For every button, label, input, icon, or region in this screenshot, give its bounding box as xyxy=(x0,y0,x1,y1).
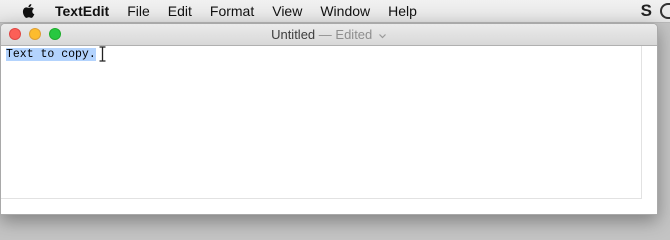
bottom-divider xyxy=(1,198,642,199)
document-text-area[interactable]: Text to copy. xyxy=(1,46,657,214)
window-title[interactable]: Untitled xyxy=(271,27,315,42)
minimize-button[interactable] xyxy=(29,28,41,40)
maximize-button[interactable] xyxy=(49,28,61,40)
status-menu-s-icon[interactable]: S xyxy=(641,0,652,22)
title-edited-status[interactable]: Edited xyxy=(335,27,372,42)
menu-format[interactable]: Format xyxy=(201,0,263,22)
menu-help[interactable]: Help xyxy=(379,0,426,22)
menu-textedit[interactable]: TextEdit xyxy=(55,0,118,22)
window-controls xyxy=(9,28,61,40)
menu-window[interactable]: Window xyxy=(311,0,379,22)
window-titlebar[interactable]: Untitled — Edited xyxy=(1,24,657,46)
status-menu-area: S xyxy=(641,0,670,22)
selected-text[interactable]: Text to copy. xyxy=(6,48,96,61)
chevron-down-icon[interactable] xyxy=(378,31,387,41)
text-cursor-ibeam-icon xyxy=(99,46,106,62)
menu-edit[interactable]: Edit xyxy=(159,0,201,22)
textedit-window: Untitled — Edited Text to copy. xyxy=(0,23,658,215)
menu-bar: TextEdit File Edit Format View Window He… xyxy=(0,0,670,23)
menu-view[interactable]: View xyxy=(263,0,311,22)
status-menu-partial-icon[interactable] xyxy=(660,3,670,19)
scrollbar-track-divider xyxy=(641,46,642,198)
menu-file[interactable]: File xyxy=(118,0,159,22)
apple-logo-icon[interactable] xyxy=(21,3,35,19)
title-separator: — xyxy=(318,27,336,42)
document-text-line[interactable]: Text to copy. xyxy=(6,48,96,62)
close-button[interactable] xyxy=(9,28,21,40)
